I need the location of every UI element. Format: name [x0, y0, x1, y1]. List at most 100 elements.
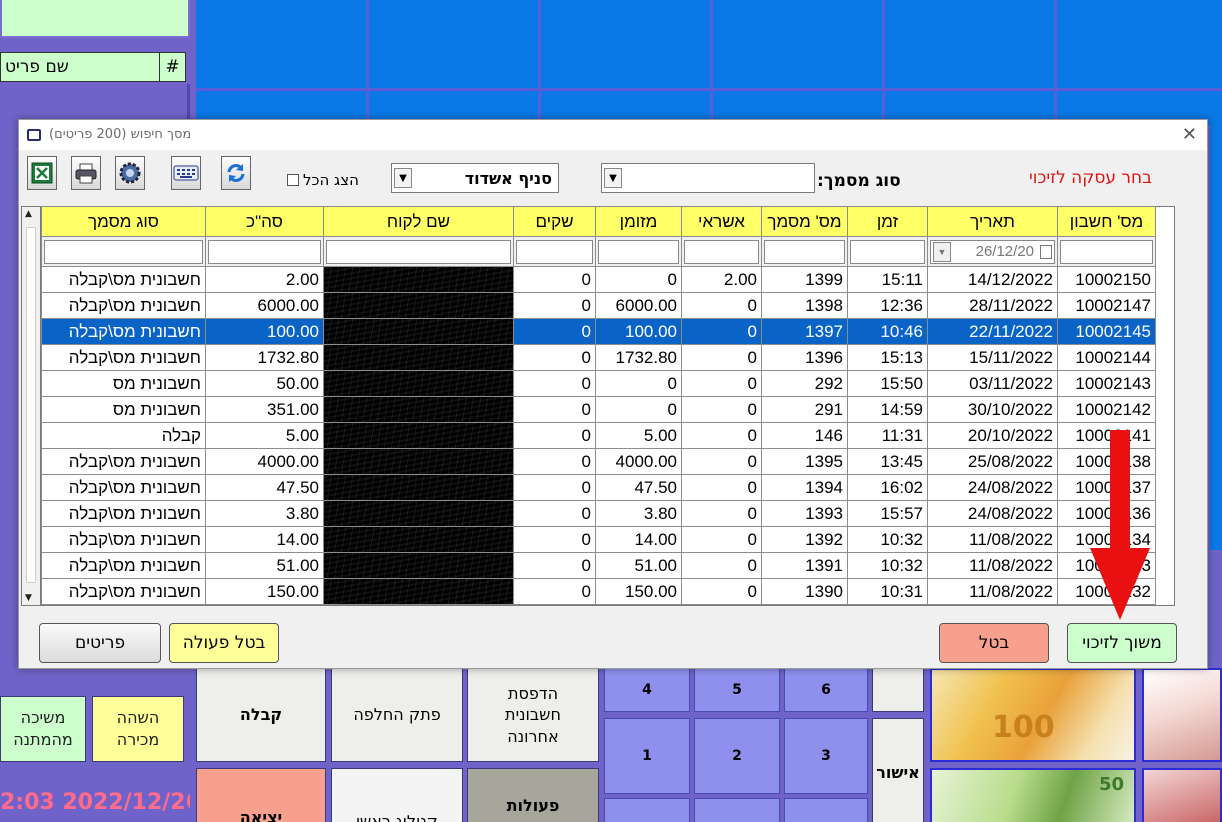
product-buttons-grid[interactable]: [196, 0, 1222, 125]
col-doc-number[interactable]: מס' מסמך: [761, 206, 848, 237]
pull-for-credit-button[interactable]: משוך לזיכוי: [1067, 623, 1177, 663]
numpad-4[interactable]: 4: [604, 668, 690, 712]
numpad-3[interactable]: 3: [784, 718, 868, 794]
col-total[interactable]: סה"כ: [205, 206, 324, 237]
chevron-down-icon[interactable]: ▼: [394, 168, 412, 188]
table-row[interactable]: חשבונית מס\קבלה 14.00 0 14.00 0 1392 10:32 11/0…: [41, 526, 1156, 553]
receipt-button[interactable]: קבלה: [196, 668, 326, 762]
confirm-button[interactable]: אישור: [872, 718, 924, 822]
table-row[interactable]: חשבונית מס\קבלה 3.80 0 3.80 0 1393 15:57 24/08/…: [41, 500, 1156, 527]
cell-credit: 0: [681, 448, 762, 475]
show-all-box[interactable]: [287, 174, 299, 186]
date-filter-checkbox[interactable]: [1040, 244, 1052, 259]
numpad-2[interactable]: 2: [694, 718, 780, 794]
cell-date: 30/10/2022: [927, 396, 1058, 423]
col-account[interactable]: מס' חשבון: [1057, 206, 1156, 237]
cell-date: 25/08/2022: [927, 448, 1058, 475]
vertical-scrollbar[interactable]: ▲ ▼: [21, 206, 41, 606]
filter-date[interactable]: ▼ 26/12/20: [930, 239, 1055, 264]
numpad-6[interactable]: 6: [784, 668, 868, 712]
chevron-down-icon[interactable]: ▼: [933, 241, 951, 262]
table-row[interactable]: חשבונית מס\קבלה 51.00 0 51.00 0 1391 10:32 11/0…: [41, 552, 1156, 579]
col-credit[interactable]: אשראי: [681, 206, 762, 237]
col-checks[interactable]: שקים: [513, 206, 596, 237]
cell-customer-name: [323, 474, 514, 501]
banknote-200-button[interactable]: [1142, 768, 1222, 822]
cell-credit: 0: [681, 422, 762, 449]
banknote-100-button[interactable]: 100: [930, 668, 1136, 762]
table-row[interactable]: חשבונית מס 50.00 0 0 0 292 15:50 03/11/2022 1000…: [41, 370, 1156, 397]
main-catalog-button[interactable]: קטלוג ראשי: [331, 768, 463, 822]
numpad-dot[interactable]: [694, 798, 780, 822]
actions-button[interactable]: פעולות: [467, 768, 599, 822]
doc-type-select[interactable]: ▼: [601, 163, 815, 193]
filter-customer[interactable]: [326, 239, 511, 264]
blank-button[interactable]: [872, 668, 924, 712]
table-row[interactable]: חשבונית מס 351.00 0 0 0 291 14:59 30/10/2022 100…: [41, 396, 1156, 423]
table-row[interactable]: קבלה5.0005.00014611:3120/10/202210002141: [41, 422, 1156, 449]
filter-checks[interactable]: [516, 239, 593, 264]
table-row[interactable]: חשבונית מס\קבלה 6000.00 0 6000.00 0 1398 12:36…: [41, 292, 1156, 319]
exit-button[interactable]: יציאה: [196, 768, 326, 822]
table-row[interactable]: חשבונית מס\קבלה 4000.00 0 4000.00 0 1395 13:45…: [41, 448, 1156, 475]
numpad-5[interactable]: 5: [694, 668, 780, 712]
close-icon[interactable]: ✕: [1182, 124, 1197, 145]
col-date[interactable]: תאריך: [927, 206, 1058, 237]
filter-doc-type[interactable]: [44, 239, 203, 264]
numpad-0[interactable]: [604, 798, 690, 822]
cell-cash: 5.00: [595, 422, 682, 449]
filter-time[interactable]: [850, 239, 925, 264]
show-all-checkbox[interactable]: הצג הכל: [287, 171, 359, 189]
table-row[interactable]: חשבונית מס\קבלה 47.50 0 47.50 0 1394 16:02 24/0…: [41, 474, 1156, 501]
filter-account[interactable]: [1060, 239, 1153, 264]
chevron-down-icon[interactable]: ▼: [604, 168, 622, 188]
scroll-track[interactable]: [26, 227, 36, 583]
numpad-1[interactable]: 1: [604, 718, 690, 794]
scroll-up-icon[interactable]: ▲: [25, 209, 32, 219]
table-row[interactable]: חשבונית מס\קבלה 150.00 0 150.00 0 1390 10:31 11…: [41, 578, 1156, 605]
banknote-100b-button[interactable]: [1142, 668, 1222, 762]
filter-doc-number[interactable]: [764, 239, 845, 264]
excel-export-button[interactable]: [27, 156, 57, 190]
refresh-button[interactable]: [221, 156, 251, 190]
filter-credit[interactable]: [684, 239, 759, 264]
branch-select[interactable]: ▼ סניף אשדוד: [391, 163, 559, 193]
cell-customer-name: [323, 396, 514, 423]
transactions-table[interactable]: סוג מסמך סה"כ שם לקוח שקים מזומן אשראי מ…: [41, 206, 1156, 605]
items-button[interactable]: פריטים: [39, 623, 161, 663]
banknote-50-button[interactable]: 50: [930, 768, 1136, 822]
table-row[interactable]: חשבונית מס\קבלה 2.00 0 0 2.00 1399 15:11 14/12/…: [41, 266, 1156, 293]
table-row[interactable]: חשבונית מס\קבלה 100.00 0 100.00 0 1397 10:46 22…: [41, 318, 1156, 345]
keyboard-button[interactable]: [171, 156, 201, 190]
cell-date: 22/11/2022: [927, 318, 1058, 345]
settings-button[interactable]: [115, 156, 145, 190]
filter-total[interactable]: [208, 239, 321, 264]
cell-customer-name: [323, 578, 514, 605]
col-cash[interactable]: מזומן: [595, 206, 682, 237]
cell-checks: 0: [513, 396, 596, 423]
numpad-clear[interactable]: [784, 798, 868, 822]
branch-value: סניף אשדוד: [464, 169, 552, 188]
filter-cash[interactable]: [598, 239, 679, 264]
items-list-header: # שם פריט: [0, 52, 186, 82]
cell-credit: 0: [681, 578, 762, 605]
col-customer-name[interactable]: שם לקוח: [323, 206, 514, 237]
col-time[interactable]: זמן: [847, 206, 928, 237]
cell-account: 10002143: [1057, 370, 1156, 397]
cell-date: 28/11/2022: [927, 292, 1058, 319]
scroll-down-icon[interactable]: ▼: [25, 593, 32, 603]
table-header-row: סוג מסמך סה"כ שם לקוח שקים מזומן אשראי מ…: [41, 206, 1156, 237]
table-row[interactable]: חשבונית מס\קבלה 1732.80 0 1732.80 0 1396 15:13…: [41, 344, 1156, 371]
cell-cash: 47.50: [595, 474, 682, 501]
print-button[interactable]: [71, 156, 101, 190]
exchange-slip-button[interactable]: פתק החלפה: [331, 668, 463, 762]
cell-doc-number: 1394: [761, 474, 848, 501]
print-last-invoice-button[interactable]: הדפסת חשבונית אחרונה: [467, 668, 599, 762]
cancel-button[interactable]: בטל: [939, 623, 1049, 663]
cancel-action-button[interactable]: בטל פעולה: [169, 623, 279, 663]
cell-customer-name: [323, 500, 514, 527]
col-doc-type[interactable]: סוג מסמך: [41, 206, 206, 237]
suspend-sale-button[interactable]: השהה מכירה: [92, 696, 184, 762]
withdraw-from-hold-button[interactable]: משיכה מהמתנה: [0, 696, 86, 762]
cell-total: 351.00: [205, 396, 324, 423]
